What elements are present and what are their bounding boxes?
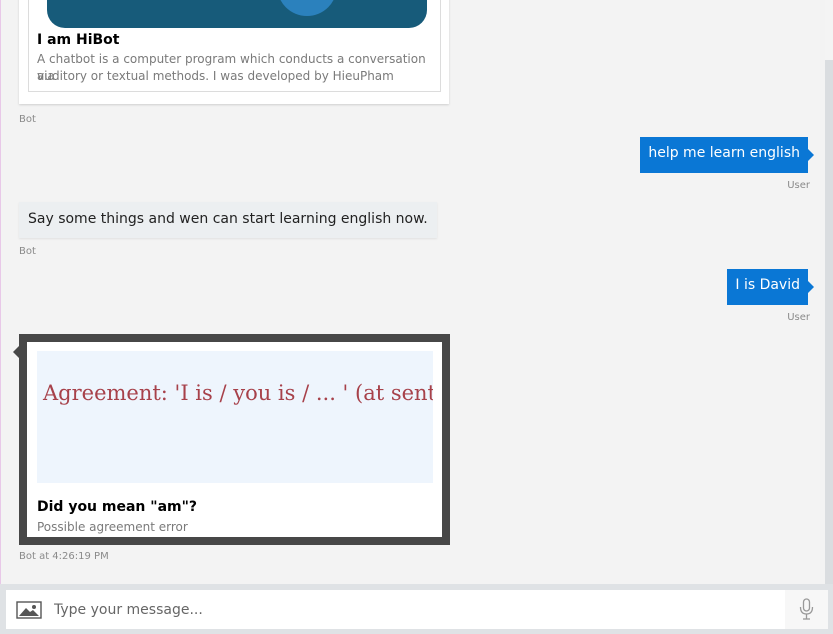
correction-card[interactable]: Agreement: 'I is / you is / ... ' (at se… [13,334,450,545]
user-message: I is David [727,269,814,305]
composer-box [6,590,828,629]
hero-card-inner: I am HiBot A chatbot is a computer progr… [28,0,441,92]
hero-card-subtitle: auditory or textual methods. I was devel… [37,69,394,83]
logo-shape [277,0,337,16]
hibot-logo [47,0,427,28]
message-sender: Bot [19,114,36,125]
image-upload-button[interactable] [16,600,42,620]
chat-scrollbar[interactable] [825,60,833,584]
bot-message: Say some things and wen can start learni… [19,202,437,238]
microphone-icon [799,598,814,620]
correction-card-subtitle: Possible agreement error [37,520,188,534]
image-upload-icon [16,601,42,619]
message-sender: User [787,180,810,191]
grammar-hint-image-text: Agreement: 'I is / you is / ... ' (at se… [43,381,433,405]
grammar-hint-image: Agreement: 'I is / you is / ... ' (at se… [37,351,433,483]
chat-history[interactable]: I am HiBot A chatbot is a computer progr… [1,0,825,584]
microphone-button[interactable] [785,590,828,629]
correction-card-title: Did you mean "am"? [37,499,198,515]
user-message: help me learn english [640,137,814,173]
hero-card-title: I am HiBot [37,32,120,48]
composer-bar [0,584,833,634]
correction-card-inner: Agreement: 'I is / you is / ... ' (at se… [27,342,442,537]
message-input[interactable] [54,590,784,629]
message-sender: Bot [19,246,36,257]
message-timestamp: Bot at 4:26:19 PM [19,551,109,562]
hero-card[interactable]: I am HiBot A chatbot is a computer progr… [19,0,449,104]
message-sender: User [787,312,810,323]
